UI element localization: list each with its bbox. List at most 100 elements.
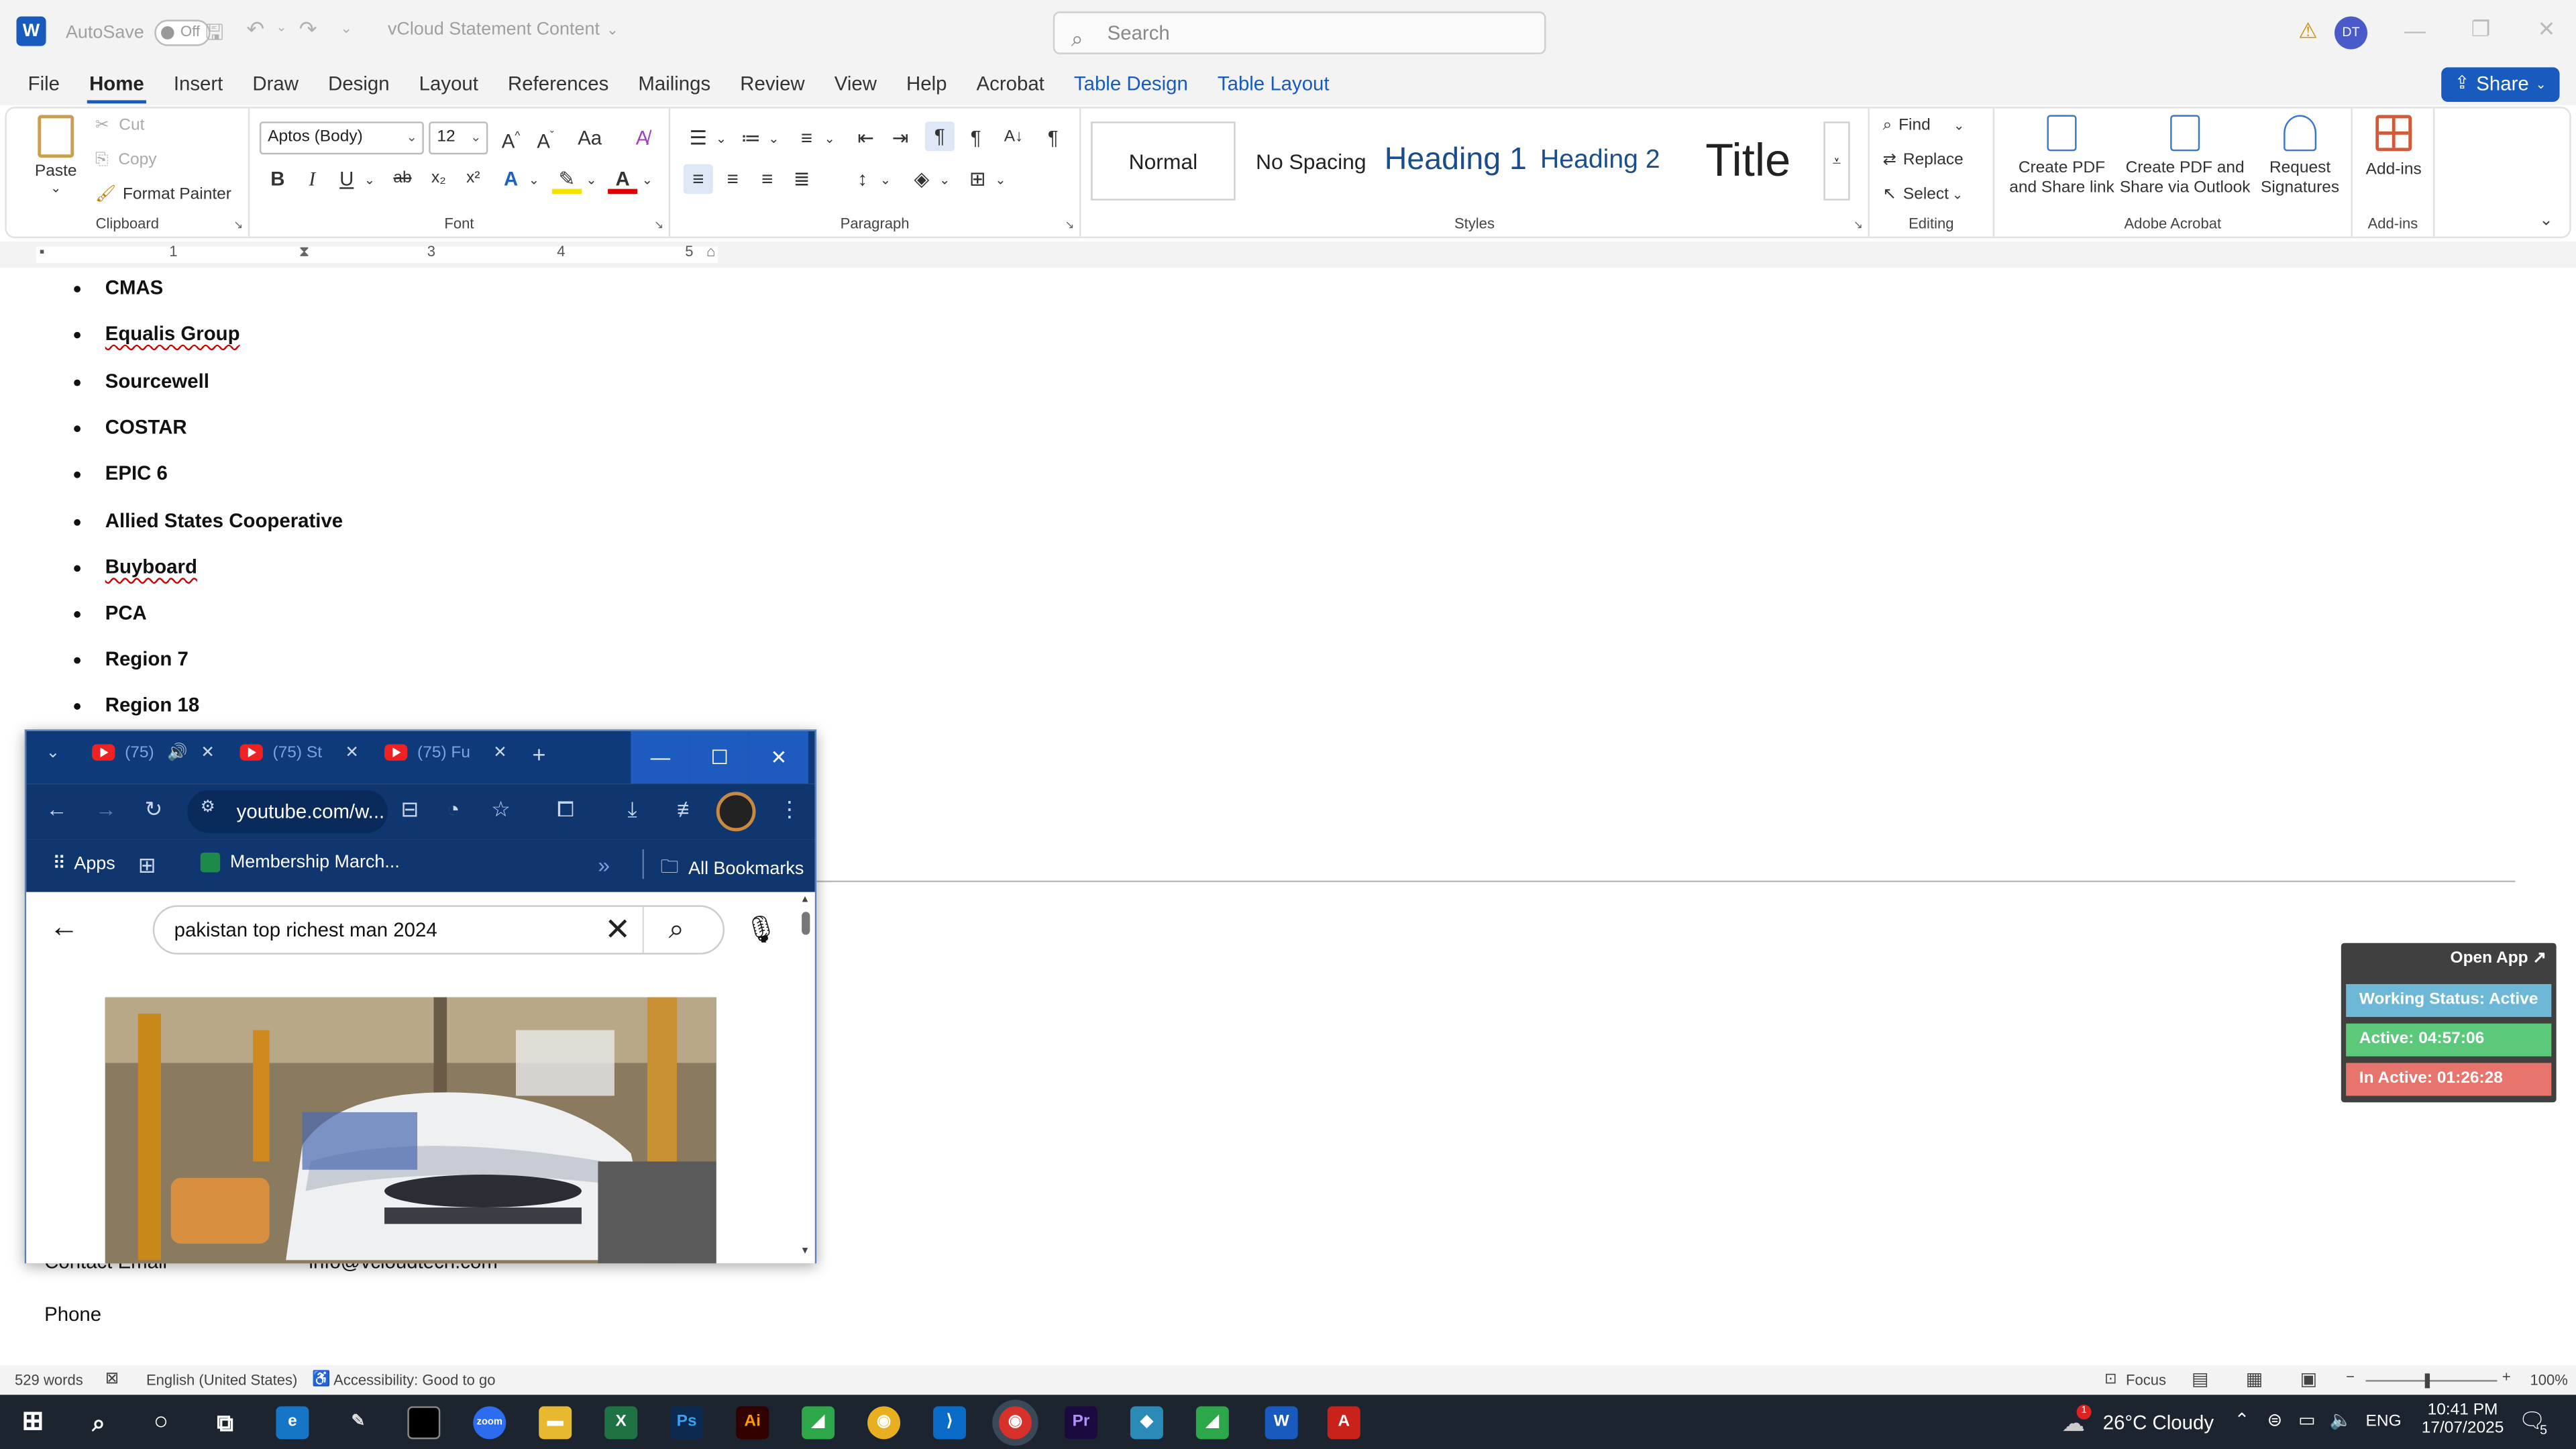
more-bookmarks-icon[interactable]: » (598, 853, 610, 877)
forward-icon[interactable]: → (95, 797, 117, 822)
clear-format-icon[interactable]: A̸ (628, 123, 657, 153)
bookmark-star-icon[interactable]: ☆ (491, 797, 511, 823)
language[interactable]: English (United States) (146, 1372, 297, 1388)
show-marks-icon[interactable]: ¶ (1038, 123, 1068, 153)
voice-search-icon[interactable]: 🎙 (744, 914, 777, 947)
font-size-combo[interactable]: 12 ⌄ (429, 121, 488, 155)
tab-groups-icon[interactable]: ⊞ (138, 853, 156, 879)
word-count[interactable]: 529 words (15, 1372, 83, 1388)
horizontal-ruler[interactable]: ▪ 1 ⧗ 3 4 5 ⌂ (0, 241, 2576, 268)
ruler-right-marker[interactable]: ⌂ (706, 243, 715, 259)
share-button[interactable]: ⇪ Share ⌄ (2441, 67, 2560, 102)
style-heading-1[interactable]: Heading 1 (1383, 121, 1528, 201)
speaker-icon[interactable]: 🔊 (167, 744, 187, 762)
app-green-icon[interactable]: ◢ (802, 1406, 835, 1440)
accessibility-status[interactable]: Accessibility: Good to go (333, 1372, 495, 1388)
tab-view[interactable]: View (820, 66, 892, 105)
yt-back-icon[interactable]: ← (49, 910, 78, 945)
chrome-active-icon[interactable]: ◉ (998, 1406, 1032, 1440)
dialog-launcher-icon[interactable]: ↘ (233, 219, 243, 231)
request-signatures-button[interactable]: Request Signatures (2254, 115, 2346, 199)
search-icon[interactable]: ⌕ (82, 1406, 115, 1439)
superscript-icon[interactable]: x² (458, 164, 488, 194)
chrome-close-icon[interactable]: ✕ (749, 731, 808, 784)
ltr-icon[interactable]: ¶ (924, 121, 955, 152)
chevron-down-icon[interactable]: ⌄ (985, 166, 1015, 195)
profile-avatar[interactable] (716, 792, 756, 832)
decrease-indent-icon[interactable]: ⇤ (851, 123, 881, 153)
replace-button[interactable]: ⇄ Replace (1883, 151, 1964, 169)
chevron-down-icon[interactable]: ⌄ (871, 166, 900, 195)
close-tab-icon[interactable]: ✕ (201, 744, 215, 762)
zoom-in-icon[interactable]: + (2502, 1368, 2511, 1385)
style-heading-2[interactable]: Heading 2 (1528, 121, 1673, 201)
scroll-up-icon[interactable]: ▲ (798, 896, 812, 906)
chevron-down-icon[interactable]: ⌄ (706, 125, 736, 154)
tab-acrobat[interactable]: Acrobat (962, 66, 1059, 105)
excel-icon[interactable]: X (604, 1406, 638, 1440)
scrollbar[interactable]: ▲ ▼ (798, 896, 812, 1257)
collapse-ribbon-icon[interactable]: ⌄ (2539, 212, 2553, 230)
weather-text[interactable]: 26°C Cloudy (2103, 1411, 2214, 1434)
rtl-icon[interactable]: ¶ (961, 123, 991, 153)
addins-button[interactable]: Add-ins (2359, 115, 2428, 179)
zoom-app-icon[interactable]: zoom (473, 1406, 506, 1440)
tab-table-design[interactable]: Table Design (1059, 66, 1203, 105)
close-icon[interactable]: ✕ (2514, 16, 2576, 42)
ruler-indent-marker[interactable]: ▪ (40, 243, 45, 259)
site-info-icon[interactable]: ⚙ (201, 798, 215, 816)
ruler-tab-marker[interactable]: ⧗ (299, 243, 309, 261)
app-green-2-icon[interactable]: ◢ (1195, 1406, 1229, 1440)
all-bookmarks[interactable]: 🗀 All Bookmarks (660, 853, 804, 884)
cut-button[interactable]: ✂ Cut (95, 117, 144, 135)
save-icon[interactable]: 🖫 (205, 18, 223, 54)
style-no-spacing[interactable]: No Spacing (1239, 121, 1384, 201)
open-app-link[interactable]: Open App ↗ (2451, 950, 2546, 968)
language-indicator[interactable]: ENG (2366, 1413, 2402, 1431)
undo-dropdown-icon[interactable]: ⌄ (276, 19, 286, 34)
copy-button[interactable]: ⎘ Copy (95, 151, 156, 169)
tray-app-icon[interactable]: ⊜ (2267, 1409, 2283, 1431)
tab-help[interactable]: Help (892, 66, 962, 105)
video-thumbnail[interactable] (105, 997, 716, 1264)
illustrator-icon[interactable]: Ai (736, 1406, 769, 1440)
pen-icon[interactable]: ✎ (341, 1406, 374, 1439)
autosave-toggle[interactable]: Off (154, 19, 210, 46)
print-layout-icon[interactable]: ▦ (2246, 1368, 2263, 1389)
chrome-tab-1[interactable]: (75) 🔊 ✕ (92, 744, 215, 772)
chevron-down-icon[interactable]: ⌄ (930, 166, 959, 195)
tab-file[interactable]: File (13, 66, 74, 105)
document-title[interactable]: vCloud Statement Content ⌄ (388, 19, 619, 39)
create-pdf-outlook-button[interactable]: Create PDF and Share via Outlook (2119, 115, 2251, 199)
clear-search-icon[interactable]: ✕ (604, 912, 631, 949)
yt-search-input[interactable]: pakistan top richest man 2024 ✕ ⌕ (152, 905, 725, 955)
web-layout-icon[interactable]: ▣ (2300, 1368, 2317, 1389)
underline-chevron-icon[interactable]: ⌄ (355, 166, 384, 195)
chevron-down-icon[interactable]: ⌄ (519, 166, 549, 195)
chrome-minimize-icon[interactable]: — (631, 731, 690, 784)
customize-qat-icon[interactable]: ⌄ (340, 19, 352, 38)
vscode-icon[interactable]: ⟩ (933, 1406, 967, 1440)
tab-draw[interactable]: Draw (237, 66, 313, 105)
style-title[interactable]: Title (1676, 121, 1821, 201)
tab-home[interactable]: Home (74, 66, 159, 105)
create-pdf-share-button[interactable]: Create PDF and Share link (2004, 115, 2119, 199)
tab-search-icon[interactable]: ⌄ (46, 744, 60, 762)
yt-search-icon[interactable]: ⌕ (669, 914, 684, 947)
read-mode-icon[interactable]: ▤ (2192, 1368, 2208, 1389)
focus-button[interactable]: Focus (2126, 1372, 2166, 1388)
italic-icon[interactable]: I (297, 164, 327, 194)
chrome-maximize-icon[interactable]: ☐ (690, 731, 749, 784)
apps-bookmark[interactable]: ⠿ Apps (52, 853, 115, 874)
new-tab-icon[interactable]: + (532, 741, 545, 767)
chevron-down-icon[interactable]: ⌄ (815, 125, 845, 154)
search-box[interactable]: ⌕ Search (1053, 11, 1546, 54)
edge-icon[interactable]: e (276, 1406, 309, 1440)
file-explorer-icon[interactable]: ▬ (539, 1406, 572, 1440)
membership-bookmark[interactable]: Membership March... (200, 853, 400, 873)
tab-references[interactable]: References (493, 66, 623, 105)
reload-icon[interactable]: ↻ (145, 797, 163, 823)
premiere-icon[interactable]: Pr (1064, 1406, 1097, 1440)
restore-icon[interactable]: ❐ (2448, 16, 2514, 42)
zoom-slider-thumb[interactable] (2424, 1373, 2430, 1389)
